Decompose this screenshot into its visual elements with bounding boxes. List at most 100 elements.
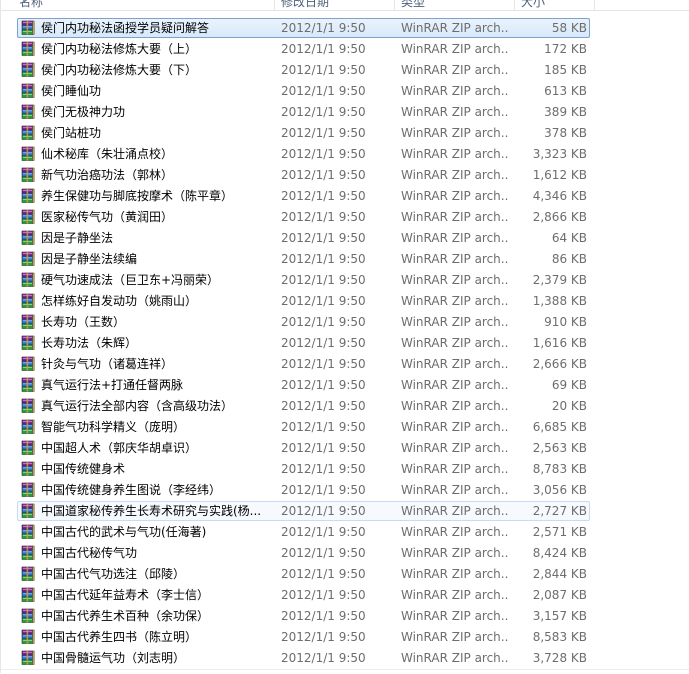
- file-modified-date: 2012/1/1 9:50: [281, 231, 366, 245]
- file-row[interactable]: 中国传统健身术 2012/1/1 9:50 WinRAR ZIP arch...…: [1, 459, 689, 480]
- file-size: 3,157 KB: [532, 609, 587, 623]
- file-row[interactable]: 硬气功速成法（巨卫东+冯丽荣） 2012/1/1 9:50 WinRAR ZIP…: [1, 270, 689, 291]
- column-header-type[interactable]: 类型: [395, 0, 515, 10]
- file-modified-date: 2012/1/1 9:50: [281, 42, 366, 56]
- file-row[interactable]: 侯门内功秘法修炼大要（下） 2012/1/1 9:50 WinRAR ZIP a…: [1, 60, 689, 81]
- file-row[interactable]: 长寿功法（朱辉） 2012/1/1 9:50 WinRAR ZIP arch..…: [1, 333, 689, 354]
- file-row[interactable]: 长寿功（王数） 2012/1/1 9:50 WinRAR ZIP arch...…: [1, 312, 689, 333]
- winrar-archive-icon: [21, 293, 35, 308]
- file-modified-date: 2012/1/1 9:50: [281, 294, 366, 308]
- winrar-archive-icon: [21, 104, 35, 119]
- file-name: 侯门睡仙功: [41, 84, 102, 98]
- file-row[interactable]: 侯门站桩功 2012/1/1 9:50 WinRAR ZIP arch... 3…: [1, 123, 689, 144]
- file-row[interactable]: 因是子静坐法 2012/1/1 9:50 WinRAR ZIP arch... …: [1, 228, 689, 249]
- file-row[interactable]: 侯门无极神力功 2012/1/1 9:50 WinRAR ZIP arch...…: [1, 102, 689, 123]
- file-name: 仙术秘库（朱壮涌点校）: [41, 147, 174, 161]
- winrar-archive-icon: [21, 20, 35, 35]
- file-size: 2,379 KB: [532, 273, 587, 287]
- file-name: 智能气功科学精义（庞明）: [41, 420, 186, 434]
- file-row[interactable]: 新气功治癌功法（郭林） 2012/1/1 9:50 WinRAR ZIP arc…: [1, 165, 689, 186]
- file-row[interactable]: 中国古代延年益寿术（李士信） 2012/1/1 9:50 WinRAR ZIP …: [1, 585, 689, 606]
- column-header-name[interactable]: 名称: [1, 0, 275, 10]
- file-type: WinRAR ZIP arch...: [401, 189, 509, 203]
- winrar-archive-icon: [21, 440, 35, 455]
- file-name: 真气运行法+打通任督两脉: [41, 378, 184, 392]
- file-modified-date: 2012/1/1 9:50: [281, 252, 366, 266]
- winrar-archive-icon: [21, 335, 35, 350]
- file-row[interactable]: 中国道家秘传养生长寿术研究与实践(杨... 2012/1/1 9:50 WinR…: [1, 501, 689, 522]
- file-size: 58 KB: [551, 21, 587, 35]
- file-list-view: 名称 修改日期 类型 大小 侯门内功秘法函授学员疑问解答 2012/1/1 9:…: [0, 0, 689, 674]
- file-name: 硬气功速成法（巨卫东+冯丽荣）: [41, 273, 220, 287]
- file-row[interactable]: 因是子静坐法续编 2012/1/1 9:50 WinRAR ZIP arch..…: [1, 249, 689, 270]
- column-header-date[interactable]: 修改日期: [275, 0, 395, 10]
- file-type: WinRAR ZIP arch...: [401, 630, 509, 644]
- file-name: 中国古代养生四书（陈立明）: [41, 630, 198, 644]
- file-size: 2,571 KB: [532, 525, 587, 539]
- file-name: 长寿功法（朱辉）: [41, 336, 138, 350]
- file-row[interactable]: 侯门睡仙功 2012/1/1 9:50 WinRAR ZIP arch... 6…: [1, 81, 689, 102]
- file-row[interactable]: 中国骨髓运气功（刘志明） 2012/1/1 9:50 WinRAR ZIP ar…: [1, 648, 689, 669]
- file-row[interactable]: 怎样练好自发动功（姚雨山） 2012/1/1 9:50 WinRAR ZIP a…: [1, 291, 689, 312]
- winrar-archive-icon: [21, 83, 35, 98]
- file-modified-date: 2012/1/1 9:50: [281, 357, 366, 371]
- file-row[interactable]: 侯门内功秘法函授学员疑问解答 2012/1/1 9:50 WinRAR ZIP …: [1, 18, 689, 39]
- file-row[interactable]: 侯门内功秘法修炼大要（上） 2012/1/1 9:50 WinRAR ZIP a…: [1, 39, 689, 60]
- file-name: 侯门站桩功: [41, 126, 102, 140]
- file-row[interactable]: 养生保健功与脚底按摩术（陈平章） 2012/1/1 9:50 WinRAR ZI…: [1, 186, 689, 207]
- file-row[interactable]: 中国古代养生四书（陈立明） 2012/1/1 9:50 WinRAR ZIP a…: [1, 627, 689, 648]
- winrar-archive-icon: [21, 125, 35, 140]
- file-type: WinRAR ZIP arch...: [401, 462, 509, 476]
- file-modified-date: 2012/1/1 9:50: [281, 105, 366, 119]
- file-type: WinRAR ZIP arch...: [401, 105, 509, 119]
- file-name: 侯门内功秘法函授学员疑问解答: [41, 21, 210, 35]
- file-modified-date: 2012/1/1 9:50: [281, 609, 366, 623]
- winrar-archive-icon: [21, 62, 35, 77]
- file-size: 6,685 KB: [532, 420, 587, 434]
- file-modified-date: 2012/1/1 9:50: [281, 399, 366, 413]
- column-header-size[interactable]: 大小: [515, 0, 595, 10]
- winrar-archive-icon: [21, 209, 35, 224]
- file-modified-date: 2012/1/1 9:50: [281, 462, 366, 476]
- winrar-archive-icon: [21, 524, 35, 539]
- file-row[interactable]: 中国超人术（郭庆华胡卓识） 2012/1/1 9:50 WinRAR ZIP a…: [1, 438, 689, 459]
- file-type: WinRAR ZIP arch...: [401, 525, 509, 539]
- winrar-archive-icon: [21, 482, 35, 497]
- file-name: 侯门内功秘法修炼大要（下）: [41, 63, 198, 77]
- file-size: 8,583 KB: [532, 630, 587, 644]
- file-name: 中国超人术（郭庆华胡卓识）: [41, 441, 198, 455]
- file-modified-date: 2012/1/1 9:50: [281, 315, 366, 329]
- file-modified-date: 2012/1/1 9:50: [281, 147, 366, 161]
- file-modified-date: 2012/1/1 9:50: [281, 504, 366, 518]
- file-row[interactable]: 中国古代养生术百种（余功保） 2012/1/1 9:50 WinRAR ZIP …: [1, 606, 689, 627]
- file-modified-date: 2012/1/1 9:50: [281, 210, 366, 224]
- file-row[interactable]: 真气运行法全部内容（含高级功法） 2012/1/1 9:50 WinRAR ZI…: [1, 396, 689, 417]
- winrar-archive-icon: [21, 545, 35, 560]
- winrar-archive-icon: [21, 272, 35, 287]
- file-size: 613 KB: [544, 84, 587, 98]
- file-type: WinRAR ZIP arch...: [401, 147, 509, 161]
- file-row[interactable]: 中国古代的武术与气功(任海著) 2012/1/1 9:50 WinRAR ZIP…: [1, 522, 689, 543]
- file-type: WinRAR ZIP arch...: [401, 21, 509, 35]
- file-modified-date: 2012/1/1 9:50: [281, 189, 366, 203]
- file-modified-date: 2012/1/1 9:50: [281, 168, 366, 182]
- file-size: 8,783 KB: [532, 462, 587, 476]
- file-row[interactable]: 仙术秘库（朱壮涌点校） 2012/1/1 9:50 WinRAR ZIP arc…: [1, 144, 689, 165]
- file-row[interactable]: 医家秘传气功（黄润田） 2012/1/1 9:50 WinRAR ZIP arc…: [1, 207, 689, 228]
- file-row[interactable]: 真气运行法+打通任督两脉 2012/1/1 9:50 WinRAR ZIP ar…: [1, 375, 689, 396]
- file-size: 2,563 KB: [532, 441, 587, 455]
- file-type: WinRAR ZIP arch...: [401, 336, 509, 350]
- file-name: 中国传统健身养生图说（李经纬）: [41, 483, 222, 497]
- file-row[interactable]: 针灸与气功（诸葛连祥） 2012/1/1 9:50 WinRAR ZIP arc…: [1, 354, 689, 375]
- winrar-archive-icon: [21, 188, 35, 203]
- file-row[interactable]: 中国古代秘传气功 2012/1/1 9:50 WinRAR ZIP arch..…: [1, 543, 689, 564]
- file-row[interactable]: 智能气功科学精义（庞明） 2012/1/1 9:50 WinRAR ZIP ar…: [1, 417, 689, 438]
- file-modified-date: 2012/1/1 9:50: [281, 63, 366, 77]
- file-row[interactable]: 中国传统健身养生图说（李经纬） 2012/1/1 9:50 WinRAR ZIP…: [1, 480, 689, 501]
- file-type: WinRAR ZIP arch...: [401, 504, 509, 518]
- file-modified-date: 2012/1/1 9:50: [281, 525, 366, 539]
- winrar-archive-icon: [21, 251, 35, 266]
- file-size: 20 KB: [551, 399, 587, 413]
- file-row[interactable]: 中国古代气功选注（邱陵） 2012/1/1 9:50 WinRAR ZIP ar…: [1, 564, 689, 585]
- winrar-archive-icon: [21, 419, 35, 434]
